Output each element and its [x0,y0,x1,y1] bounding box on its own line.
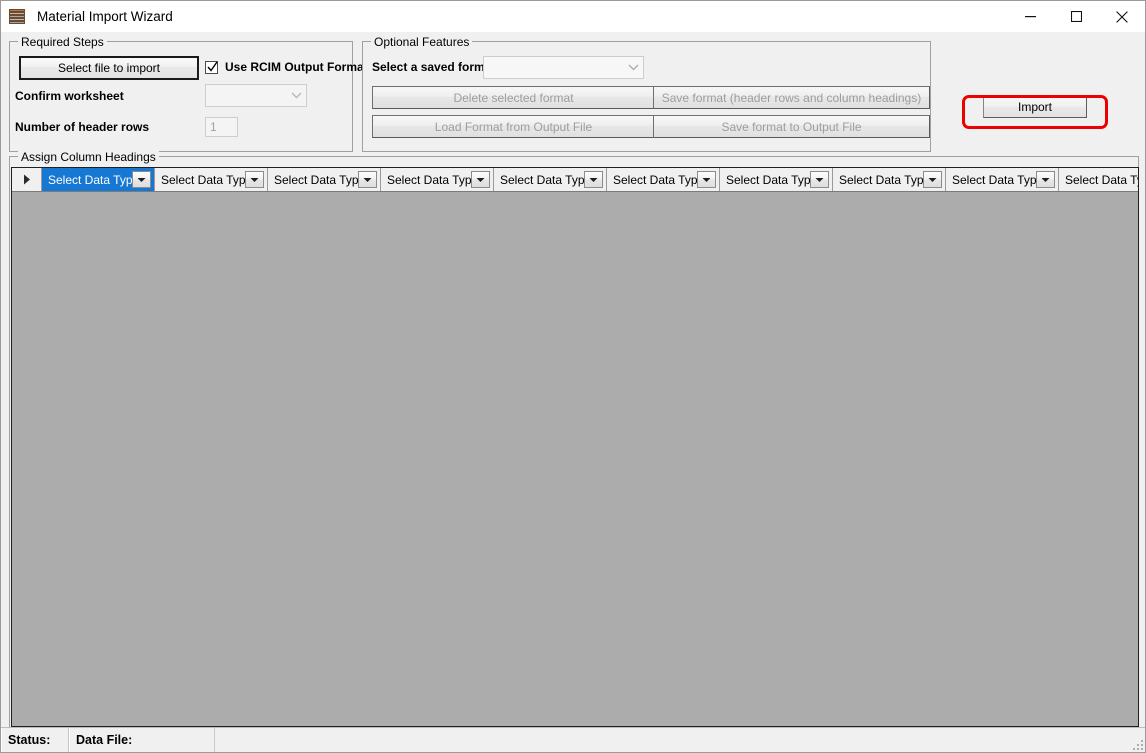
select-a-saved-format-label: Select a saved format [372,60,495,74]
column-heading-label: Select Data Type [155,173,245,187]
column-heading-dropdown-2[interactable]: Select Data Type [155,168,268,191]
column-heading-dropdown-7[interactable]: Select Data Type [720,168,833,191]
load-format-from-output-file-button[interactable]: Load Format from Output File [372,115,655,138]
chevron-down-icon[interactable] [624,57,643,78]
number-of-header-rows-label: Number of header rows [15,120,149,134]
optional-features-group: Optional Features Select a saved format … [362,41,931,152]
chevron-down-icon[interactable] [923,171,942,188]
title-bar: Material Import Wizard [1,1,1145,32]
close-button[interactable] [1099,1,1145,32]
column-heading-label: Select Data Type [607,173,697,187]
chevron-down-icon[interactable] [697,171,716,188]
save-format-to-output-file-button[interactable]: Save format to Output File [653,115,930,138]
save-format-button[interactable]: Save format (header rows and column head… [653,86,930,109]
column-heading-dropdown-3[interactable]: Select Data Type [268,168,381,191]
column-heading-dropdown-10[interactable]: Select Data Typ [1059,168,1139,191]
column-heading-dropdown-8[interactable]: Select Data Type [833,168,946,191]
column-heading-label: Select Data Type [494,173,584,187]
row-selector-cell[interactable] [12,168,42,191]
confirm-worksheet-label: Confirm worksheet [15,89,124,103]
column-heading-dropdown-9[interactable]: Select Data Type [946,168,1059,191]
column-heading-dropdown-5[interactable]: Select Data Type [494,168,607,191]
use-rcim-output-format-checkbox[interactable]: Use RCIM Output Format [205,60,368,74]
grid-header-row: Select Data Type Select Data Type Select D… [12,168,1138,192]
client-area: Required Steps Select file to import Use… [1,32,1145,727]
select-file-to-import-button[interactable]: Select file to import [19,56,199,80]
play-arrow-icon [23,174,31,185]
minimize-button[interactable] [1007,1,1053,32]
status-bar: Status: Data File: [1,727,1145,752]
column-heading-label: Select Data Type [268,173,358,187]
column-heading-dropdown-1[interactable]: Select Data Type [42,168,155,191]
assign-column-headings-title: Assign Column Headings [18,150,159,164]
column-heading-label: Select Data Typ [1059,173,1139,187]
delete-selected-format-button[interactable]: Delete selected format [372,86,655,109]
column-heading-label: Select Data Type [946,173,1036,187]
number-of-header-rows-input[interactable]: 1 [205,117,238,137]
chevron-down-icon[interactable] [358,171,377,188]
column-heading-label: Select Data Type [381,173,471,187]
check-icon [207,61,218,74]
column-heading-dropdown-6[interactable]: Select Data Type [607,168,720,191]
required-steps-group: Required Steps Select file to import Use… [9,41,353,152]
grid-body [12,192,1138,726]
import-button[interactable]: Import [983,96,1087,118]
column-heading-label: Select Data Type [720,173,810,187]
chevron-down-icon[interactable] [245,171,264,188]
window-controls [1007,1,1145,32]
chevron-down-icon[interactable] [584,171,603,188]
column-headings-grid: Select Data Type Select Data Type Select D… [11,167,1139,727]
saved-format-combobox[interactable] [483,56,644,79]
window-title: Material Import Wizard [37,9,173,24]
required-steps-title: Required Steps [18,35,107,49]
maximize-button[interactable] [1053,1,1099,32]
column-heading-label: Select Data Type [833,173,923,187]
chevron-down-icon[interactable] [1036,171,1055,188]
chevron-down-icon[interactable] [471,171,490,188]
status-panel: Status: [1,728,69,752]
resize-grip[interactable] [1130,737,1143,750]
data-file-panel: Data File: [69,728,215,752]
chevron-down-icon[interactable] [287,85,306,106]
chevron-down-icon[interactable] [132,171,151,188]
optional-features-title: Optional Features [371,35,472,49]
material-stack-icon [7,7,29,27]
assign-column-headings-group: Assign Column Headings Select Data TypeS… [9,156,1139,728]
chevron-down-icon[interactable] [810,171,829,188]
column-heading-dropdown-4[interactable]: Select Data Type [381,168,494,191]
column-heading-label: Select Data Type [42,173,132,187]
confirm-worksheet-combobox[interactable] [205,84,307,107]
status-bar-filler [215,728,1145,752]
use-rcim-output-format-label: Use RCIM Output Format [225,60,368,74]
material-import-wizard-window: Material Import Wizard Required St [0,0,1146,753]
checkbox-box[interactable] [205,61,218,74]
